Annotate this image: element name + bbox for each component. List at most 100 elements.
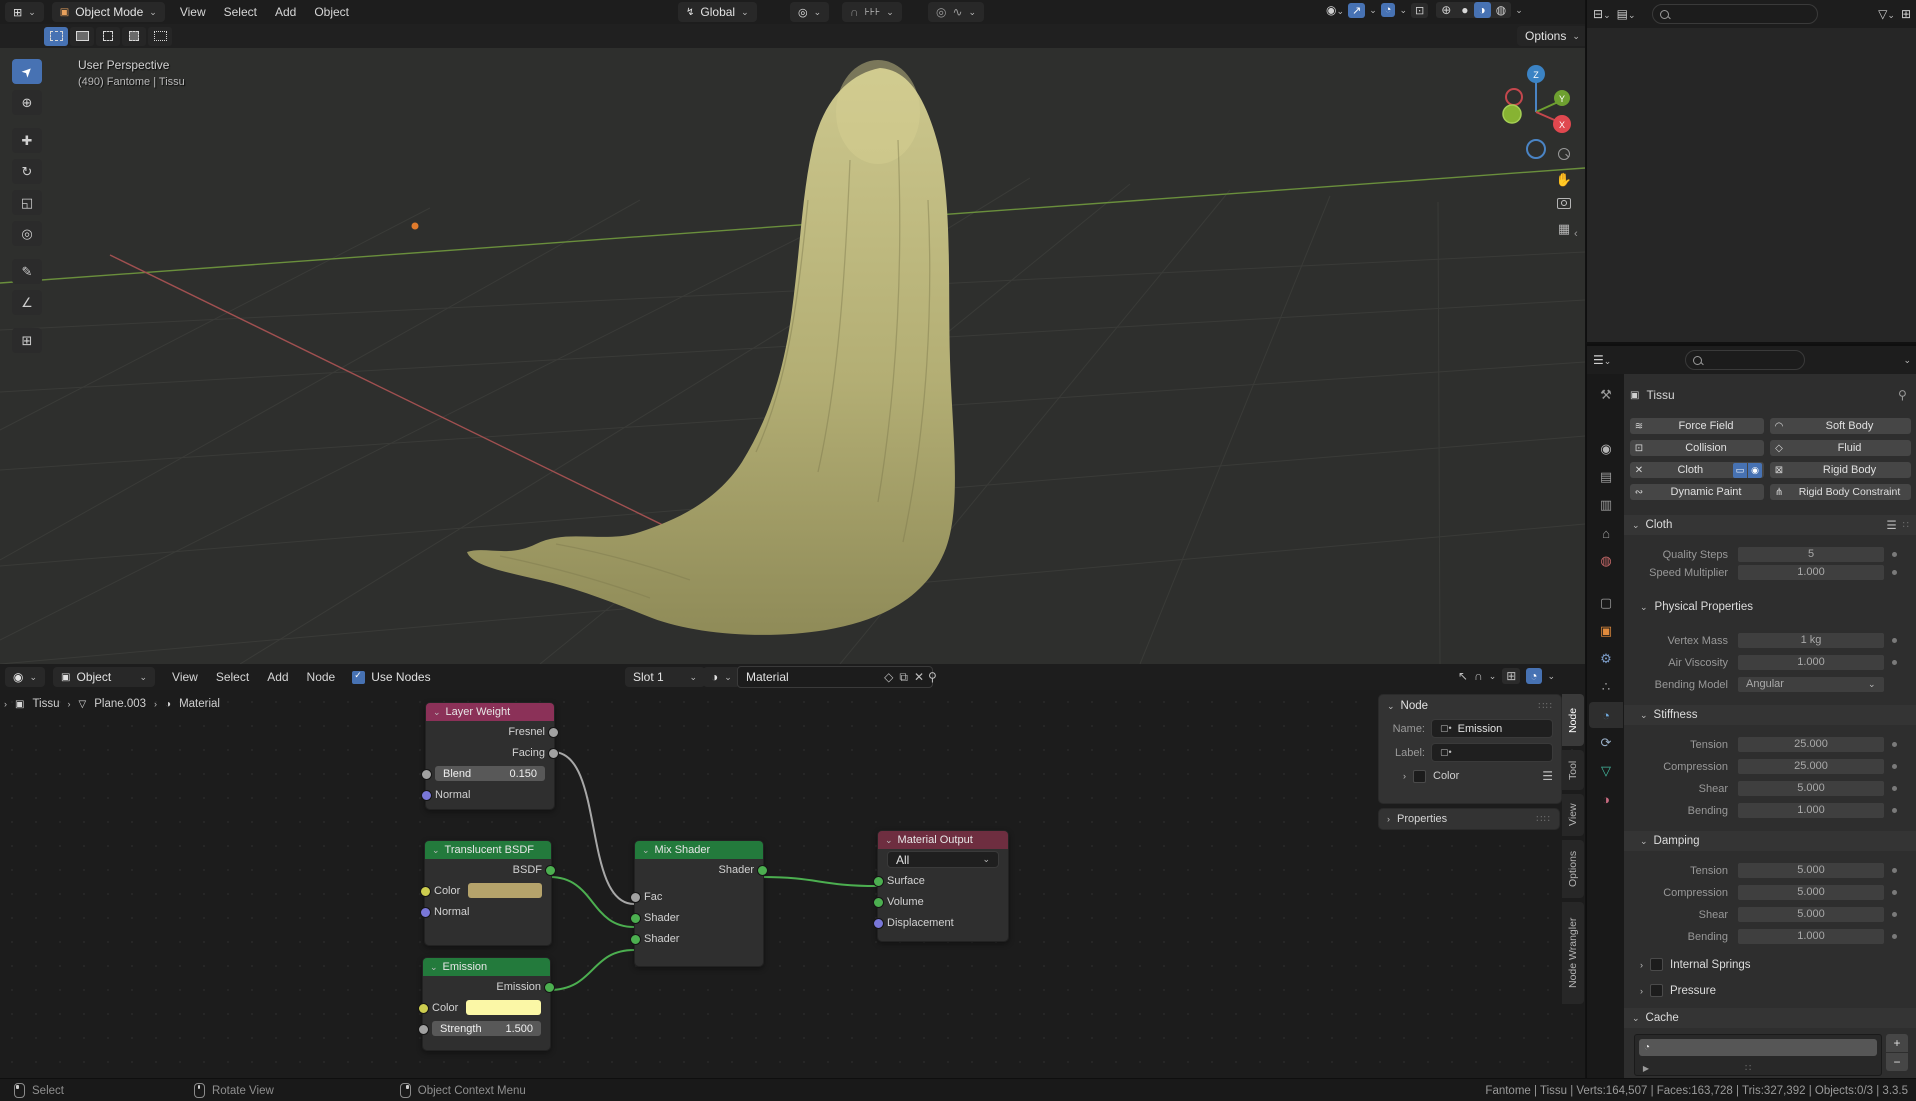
damping-shear-field[interactable]: 5.000 bbox=[1738, 907, 1884, 922]
socket-normal-in[interactable] bbox=[420, 907, 431, 918]
pivot-point-dropdown[interactable]: ◎⌄ bbox=[790, 2, 829, 22]
socket-shader-out[interactable] bbox=[757, 865, 768, 876]
use-nodes-checkbox[interactable] bbox=[352, 671, 365, 684]
tool-scale[interactable]: ◱ bbox=[12, 190, 42, 215]
properties-pin-icon[interactable]: ⚲ bbox=[1898, 388, 1907, 402]
socket-volume-in[interactable] bbox=[873, 897, 884, 908]
filter-images-icon[interactable]: ▤⌄ bbox=[1617, 7, 1636, 21]
stiffness-tension-field[interactable]: 25.000 bbox=[1738, 737, 1884, 752]
pressure-checkbox[interactable] bbox=[1650, 984, 1663, 997]
shader-overlay-toggle[interactable]: ◔ bbox=[1526, 668, 1541, 684]
damping-bending-field[interactable]: 1.000 bbox=[1738, 929, 1884, 944]
cloth-viewport-toggle[interactable]: ▭ bbox=[1733, 463, 1748, 478]
pin-icon[interactable]: ⚲ bbox=[928, 670, 937, 684]
menu-view[interactable]: View bbox=[171, 0, 215, 24]
shading-rendered-button[interactable]: ◍ bbox=[1491, 2, 1511, 18]
tool-cursor[interactable]: ⊕ bbox=[12, 90, 42, 115]
vertex-mass-field[interactable]: 1 kg bbox=[1738, 633, 1884, 648]
node-properties-panel[interactable]: ›Properties ∷∷ bbox=[1378, 808, 1560, 830]
cloth-presets-icon[interactable]: ☰ bbox=[1886, 518, 1896, 532]
tool-move[interactable]: ✚ bbox=[12, 128, 42, 153]
ntab-options[interactable]: Options bbox=[1562, 840, 1584, 898]
node-header[interactable]: ⌄Material Output bbox=[878, 831, 1008, 849]
options-dropdown[interactable]: Options⌄ bbox=[1517, 26, 1585, 46]
soft-body-button[interactable]: ◠Soft Body bbox=[1770, 418, 1911, 434]
tool-add-cube[interactable]: ⊞ bbox=[12, 328, 42, 353]
emission-color-swatch[interactable] bbox=[466, 1000, 541, 1015]
internal-springs-header[interactable]: ›Internal Springs bbox=[1640, 958, 1751, 971]
properties-options-dropdown[interactable]: ⌄ bbox=[1903, 355, 1911, 366]
panel-drag-handle[interactable]: ∷∷ bbox=[1538, 701, 1553, 712]
unlink-material-icon[interactable]: ✕ bbox=[914, 670, 924, 684]
rigid-body-button[interactable]: ⊠Rigid Body bbox=[1770, 462, 1911, 478]
shader-editor-type-button[interactable]: ◉⌄ bbox=[5, 667, 45, 687]
node-header[interactable]: ⌄Layer Weight bbox=[426, 703, 554, 721]
internal-springs-checkbox[interactable] bbox=[1650, 958, 1663, 971]
new-collection-button[interactable]: ⊞ bbox=[1901, 7, 1911, 21]
socket-bsdf-out[interactable] bbox=[545, 865, 556, 876]
node-color-checkbox[interactable] bbox=[1413, 770, 1426, 783]
stiffness-header[interactable]: ⌄Stiffness bbox=[1624, 705, 1916, 725]
speed-multiplier-field[interactable]: 1.000 bbox=[1738, 565, 1884, 580]
ntab-view[interactable]: View bbox=[1562, 794, 1584, 836]
node-header[interactable]: ⌄Mix Shader bbox=[635, 841, 763, 859]
physical-properties-header[interactable]: ⌄Physical Properties bbox=[1640, 601, 1753, 613]
blend-slider[interactable]: Blend0.150 bbox=[435, 766, 545, 781]
force-field-button[interactable]: ≋Force Field bbox=[1630, 418, 1764, 434]
cache-header[interactable]: ⌄Cache bbox=[1624, 1008, 1916, 1028]
damping-header[interactable]: ⌄Damping bbox=[1624, 831, 1916, 851]
gizmo-dropdown[interactable]: ⌄ bbox=[1369, 5, 1377, 16]
remove-cloth-icon[interactable]: ✕ bbox=[1630, 465, 1648, 476]
shading-dropdown[interactable]: ⌄ bbox=[1515, 5, 1523, 16]
cloth-button[interactable]: ✕ Cloth ▭ ◉ bbox=[1630, 462, 1764, 478]
ntab-node[interactable]: Node bbox=[1562, 694, 1584, 746]
node-header[interactable]: ⌄Translucent BSDF bbox=[425, 841, 551, 859]
socket-fac-in[interactable] bbox=[630, 892, 641, 903]
xray-toggle[interactable]: ⊡ bbox=[1411, 3, 1428, 18]
shader-menu-select[interactable]: Select bbox=[207, 665, 258, 689]
shader-grid-icon[interactable]: ⊞ bbox=[1502, 668, 1520, 684]
selectability-dropdown[interactable]: ◉⌄ bbox=[1326, 3, 1344, 17]
bending-model-dropdown[interactable]: Angular bbox=[1738, 677, 1884, 692]
shader-editor[interactable]: ◉⌄ ▣ Object⌄ View Select Add Node Use No… bbox=[0, 664, 1585, 1078]
cloth-render-toggle[interactable]: ◉ bbox=[1748, 463, 1762, 478]
pressure-header[interactable]: ›Pressure bbox=[1640, 984, 1716, 997]
node-mix-shader[interactable]: ⌄Mix Shader Shader Fac Shader Shader bbox=[634, 840, 764, 967]
tab-view-layer[interactable]: ▥ bbox=[1589, 492, 1623, 518]
editor-type-button[interactable]: ⊞⌄ bbox=[5, 2, 44, 22]
socket-color-in[interactable] bbox=[418, 1003, 429, 1014]
viewport-3d[interactable]: ⊞⌄ ▣ Object Mode⌄ View Select Add Object… bbox=[0, 0, 1585, 664]
socket-normal-in[interactable] bbox=[421, 790, 432, 801]
fake-user-shield-icon[interactable]: ◇ bbox=[884, 670, 893, 684]
panel-collapse-arrow[interactable]: ⌄ bbox=[1387, 701, 1395, 712]
node-label-field[interactable]: ▢• bbox=[1431, 743, 1553, 762]
translucent-color-swatch[interactable] bbox=[468, 883, 542, 898]
tab-physics[interactable]: ◔ bbox=[1589, 702, 1623, 728]
shading-solid-button[interactable]: ● bbox=[1456, 2, 1473, 18]
rigid-body-constraint-button[interactable]: ⋔Rigid Body Constraint bbox=[1770, 484, 1911, 500]
tab-collection[interactable]: ▢ bbox=[1589, 590, 1623, 616]
tool-measure[interactable]: ∠ bbox=[12, 290, 42, 315]
quality-steps-field[interactable]: 5 bbox=[1738, 547, 1884, 562]
display-mode-dropdown[interactable]: ⊟⌄ bbox=[1593, 7, 1611, 21]
socket-color-in[interactable] bbox=[420, 886, 431, 897]
pan-hand-button[interactable]: ✋ bbox=[1552, 172, 1576, 188]
zoom-button[interactable] bbox=[1552, 148, 1576, 163]
fluid-button[interactable]: ◇Fluid bbox=[1770, 440, 1911, 456]
output-target-dropdown[interactable]: All⌄ bbox=[887, 851, 999, 868]
ortho-grid-button[interactable]: ▦ bbox=[1552, 221, 1576, 237]
menu-object[interactable]: Object bbox=[305, 0, 358, 24]
panel-drag-handle[interactable]: ∷ bbox=[1903, 520, 1910, 531]
socket-fresnel-out[interactable] bbox=[548, 727, 559, 738]
select-box-button[interactable] bbox=[70, 27, 94, 46]
socket-displacement-in[interactable] bbox=[873, 918, 884, 929]
shading-material-button[interactable]: ◑ bbox=[1474, 2, 1491, 18]
node-header[interactable]: ⌄Emission bbox=[423, 958, 550, 976]
insert-keyframes-icon[interactable]: ↖ bbox=[1458, 669, 1468, 683]
shader-snap-icon[interactable]: ∩ bbox=[1474, 669, 1483, 683]
tab-render[interactable]: ◉ bbox=[1589, 436, 1623, 462]
stiffness-shear-field[interactable]: 5.000 bbox=[1738, 781, 1884, 796]
damping-compression-field[interactable]: 5.000 bbox=[1738, 885, 1884, 900]
tab-tool[interactable]: ⚒ bbox=[1589, 382, 1623, 408]
shader-type-dropdown[interactable]: ▣ Object⌄ bbox=[53, 667, 155, 687]
